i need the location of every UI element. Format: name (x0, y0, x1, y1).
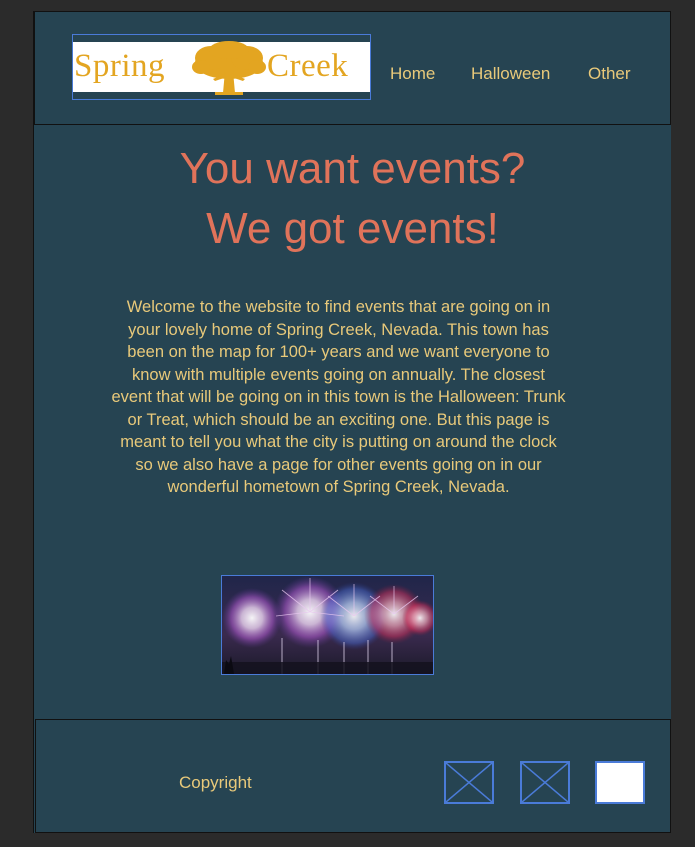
page-artboard: Spring Creek Home Halloween Other You wa… (33, 11, 671, 833)
site-header: Spring Creek Home Halloween Other (34, 11, 671, 125)
headline-line-2: We got events! (206, 204, 499, 253)
hero-headline: You want events? We got events! (34, 139, 671, 259)
placeholder-x-icon (522, 763, 568, 802)
intro-paragraph: Welcome to the website to find events th… (111, 298, 566, 496)
oak-tree-icon (192, 41, 266, 95)
nav-other[interactable]: Other (588, 64, 631, 84)
social-placeholder-3[interactable] (595, 761, 645, 804)
social-placeholder-1[interactable] (444, 761, 494, 804)
site-footer: Copyright (35, 719, 671, 833)
logo-text-spring: Spring (74, 48, 166, 84)
placeholder-x-icon (446, 763, 492, 802)
nav-home[interactable]: Home (390, 64, 435, 84)
spring-creek-logo[interactable]: Spring Creek (72, 34, 371, 100)
logo-text-creek: Creek (267, 48, 349, 84)
headline-line-1: You want events? (179, 144, 526, 193)
fireworks-image (221, 575, 434, 675)
copyright-text: Copyright (179, 773, 252, 792)
nav-halloween[interactable]: Halloween (471, 64, 550, 84)
social-placeholder-2[interactable] (520, 761, 570, 804)
fireworks-picture (222, 576, 433, 674)
